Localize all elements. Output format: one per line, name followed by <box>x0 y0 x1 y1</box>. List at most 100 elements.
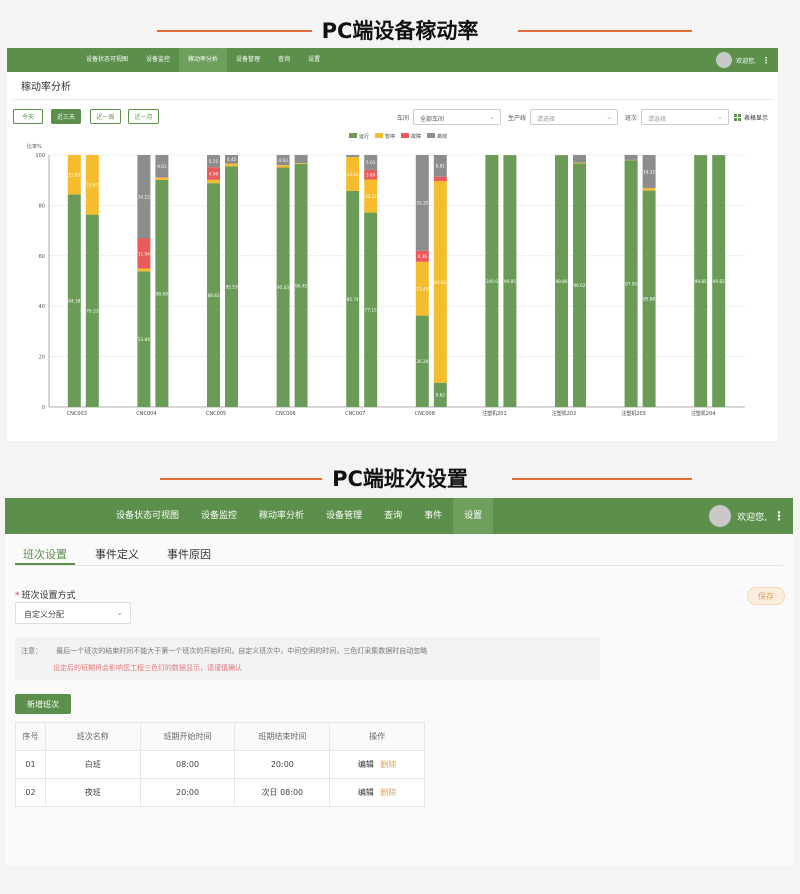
tab-shift-settings[interactable]: 班次设置 <box>15 542 75 565</box>
x-tick-label: 注塑机204 <box>691 410 716 417</box>
row-no: 01 <box>15 750 46 779</box>
avatar[interactable] <box>709 505 732 527</box>
nav-item[interactable]: 事件 <box>413 498 453 534</box>
shift-settings-screen: 设备状态可视图 设备监控 稼动率分析 设备管理 查询 事件 设置 欢迎您, ⋮ 班次设置 事… <box>5 498 793 866</box>
y-tick-label: 0 <box>42 405 45 411</box>
data-label: 85.74 <box>347 297 359 302</box>
data-label: 95.03 <box>277 285 289 290</box>
table-header-row: 序号 班次名称 班期开始时间 班期结束时间 操作 <box>15 722 425 751</box>
shift-table: 序号 班次名称 班期开始时间 班期结束时间 操作 01 白班 08:00 20:… <box>15 722 425 807</box>
row-name: 夜班 <box>44 778 141 807</box>
range-week-button[interactable]: 近一周 <box>90 109 121 124</box>
x-tick-label: CNC008 <box>415 411 435 417</box>
data-label: 23.67 <box>86 183 98 188</box>
y-axis-label: 比率% <box>27 143 42 150</box>
nav-item[interactable]: 设备管理 <box>315 498 373 534</box>
data-label: 88.83 <box>208 293 220 298</box>
data-label: 99.86 <box>556 279 568 284</box>
add-shift-button[interactable]: 新增班次 <box>15 694 71 714</box>
tab-event-reason[interactable]: 事件原因 <box>159 542 219 565</box>
y-tick-label: 80 <box>39 203 45 209</box>
delete-link[interactable]: 删除 <box>380 788 396 797</box>
row-end: 次日 08:00 <box>234 778 331 807</box>
line-label: 生产线 <box>508 115 527 122</box>
utilization-screen: 设备状态可视图 设备监控 稼动率分析 设备管理 查询 设置 欢迎您, ⋮ 稼动率分析 今天… <box>7 48 778 441</box>
chevron-down-icon: ⌄ <box>717 113 723 121</box>
data-label: 85.88 <box>643 297 655 302</box>
mode-select[interactable]: 自定义分配 ⌄ <box>15 602 131 624</box>
range-today-button[interactable]: 今天 <box>13 109 43 124</box>
page-title: 稼动率分析 <box>13 72 772 100</box>
range-month-button[interactable]: 近一月 <box>128 109 159 124</box>
data-label: 4.96 <box>209 171 219 176</box>
x-tick-label: 注塑机203 <box>621 410 646 417</box>
more-menu-icon[interactable]: ⋮ <box>773 509 785 523</box>
welcome-text: 欢迎您, <box>736 57 756 65</box>
tab-event-definition[interactable]: 事件定义 <box>87 542 147 565</box>
row-no: 02 <box>15 778 46 807</box>
nav-item[interactable]: 设备状态可视图 <box>105 498 190 534</box>
edit-link[interactable]: 编辑 <box>358 788 374 797</box>
chevron-down-icon: ⌄ <box>116 608 123 617</box>
avatar[interactable] <box>716 52 733 68</box>
nav-item[interactable]: 查询 <box>373 498 413 534</box>
sub-tabs: 班次设置 事件定义 事件原因 <box>15 542 783 566</box>
data-label: 34.22 <box>138 195 150 200</box>
save-button[interactable]: 保存 <box>747 587 785 605</box>
legend-label: 暂停 <box>385 133 395 140</box>
col-name: 班次名称 <box>44 722 141 751</box>
data-label: 15.62 <box>68 172 80 177</box>
top-nav: 设备状态可视图 设备监控 稼动率分析 设备管理 查询 事件 设置 欢迎您, ⋮ <box>5 498 793 534</box>
range-3days-button[interactable]: 近三天 <box>51 109 81 124</box>
row-name: 白班 <box>44 750 141 779</box>
data-label: 14.23 <box>365 194 377 199</box>
shift-select[interactable]: 请选择 ⌄ <box>641 109 729 125</box>
nav-item[interactable]: 设备监控 <box>190 498 248 534</box>
data-label: 95.53 <box>226 284 238 289</box>
chevron-down-icon: ⌄ <box>489 113 495 121</box>
data-label: 100.0 <box>486 279 498 284</box>
line-placeholder: 请选择 <box>537 116 556 123</box>
section-title-2-text: PC端班次设置 <box>322 463 478 493</box>
legend-label: 运行 <box>359 133 369 140</box>
delete-link[interactable]: 删除 <box>380 760 396 769</box>
table-row: 01 白班 08:00 20:00 编辑 删除 <box>15 750 425 779</box>
bar-segment <box>294 163 308 164</box>
table-view-toggle[interactable]: 表格显示 <box>733 113 768 122</box>
data-label: 53.84 <box>138 337 150 342</box>
y-tick-label: 40 <box>39 304 45 310</box>
nav-item[interactable]: 稼动率分析 <box>248 498 315 534</box>
data-label: 8.81 <box>436 164 446 169</box>
edit-link[interactable]: 编辑 <box>358 760 374 769</box>
nav-item[interactable]: 设备状态可视图 <box>77 48 137 72</box>
more-menu-icon[interactable]: ⋮ <box>762 56 770 65</box>
utilization-chart: 比率% 0 20 40 60 80 100 运行 暂停 故障 离线 84.38 15.62 76.33 23… <box>27 133 745 417</box>
data-label: 4.93 <box>278 158 288 163</box>
workshop-select[interactable]: 全部车间 ⌄ <box>413 109 501 125</box>
notice-box: 注意： 最后一个班次的结束时间不能大于第一个班次的开始时间，自定义班次中，中间空… <box>15 638 600 680</box>
data-label: 5.01 <box>366 160 376 165</box>
legend-swatch <box>349 133 357 138</box>
nav-menu: 设备状态可视图 设备监控 稼动率分析 设备管理 查询 设置 <box>77 48 329 72</box>
nav-item[interactable]: 设备监控 <box>137 48 179 72</box>
legend-swatch <box>401 133 409 138</box>
nav-item[interactable]: 查询 <box>269 48 299 72</box>
nav-item[interactable]: 设备管理 <box>227 48 269 72</box>
user-area: 欢迎您, ⋮ <box>716 48 770 72</box>
x-tick-label: 注塑机201 <box>482 410 507 417</box>
data-label: 5.21 <box>209 159 219 164</box>
x-tick-label: CNC006 <box>275 411 295 417</box>
col-no: 序号 <box>15 722 46 751</box>
legend-swatch <box>427 133 435 138</box>
required-mark: * <box>15 591 20 601</box>
col-start: 班期开始时间 <box>139 722 236 751</box>
section-title-1: PC端设备稼动率 <box>0 15 800 45</box>
nav-item[interactable]: 设置 <box>299 48 329 72</box>
data-label: 13.43 <box>347 172 359 177</box>
nav-item[interactable]: 稼动率分析 <box>179 48 228 72</box>
line-select[interactable]: 请选择 ⌄ <box>530 109 618 125</box>
row-actions: 编辑 删除 <box>329 750 425 779</box>
nav-item[interactable]: 设置 <box>453 498 494 534</box>
section-title-2: PC端班次设置 <box>0 463 800 493</box>
mode-label-text: 班次设置方式 <box>21 591 76 601</box>
